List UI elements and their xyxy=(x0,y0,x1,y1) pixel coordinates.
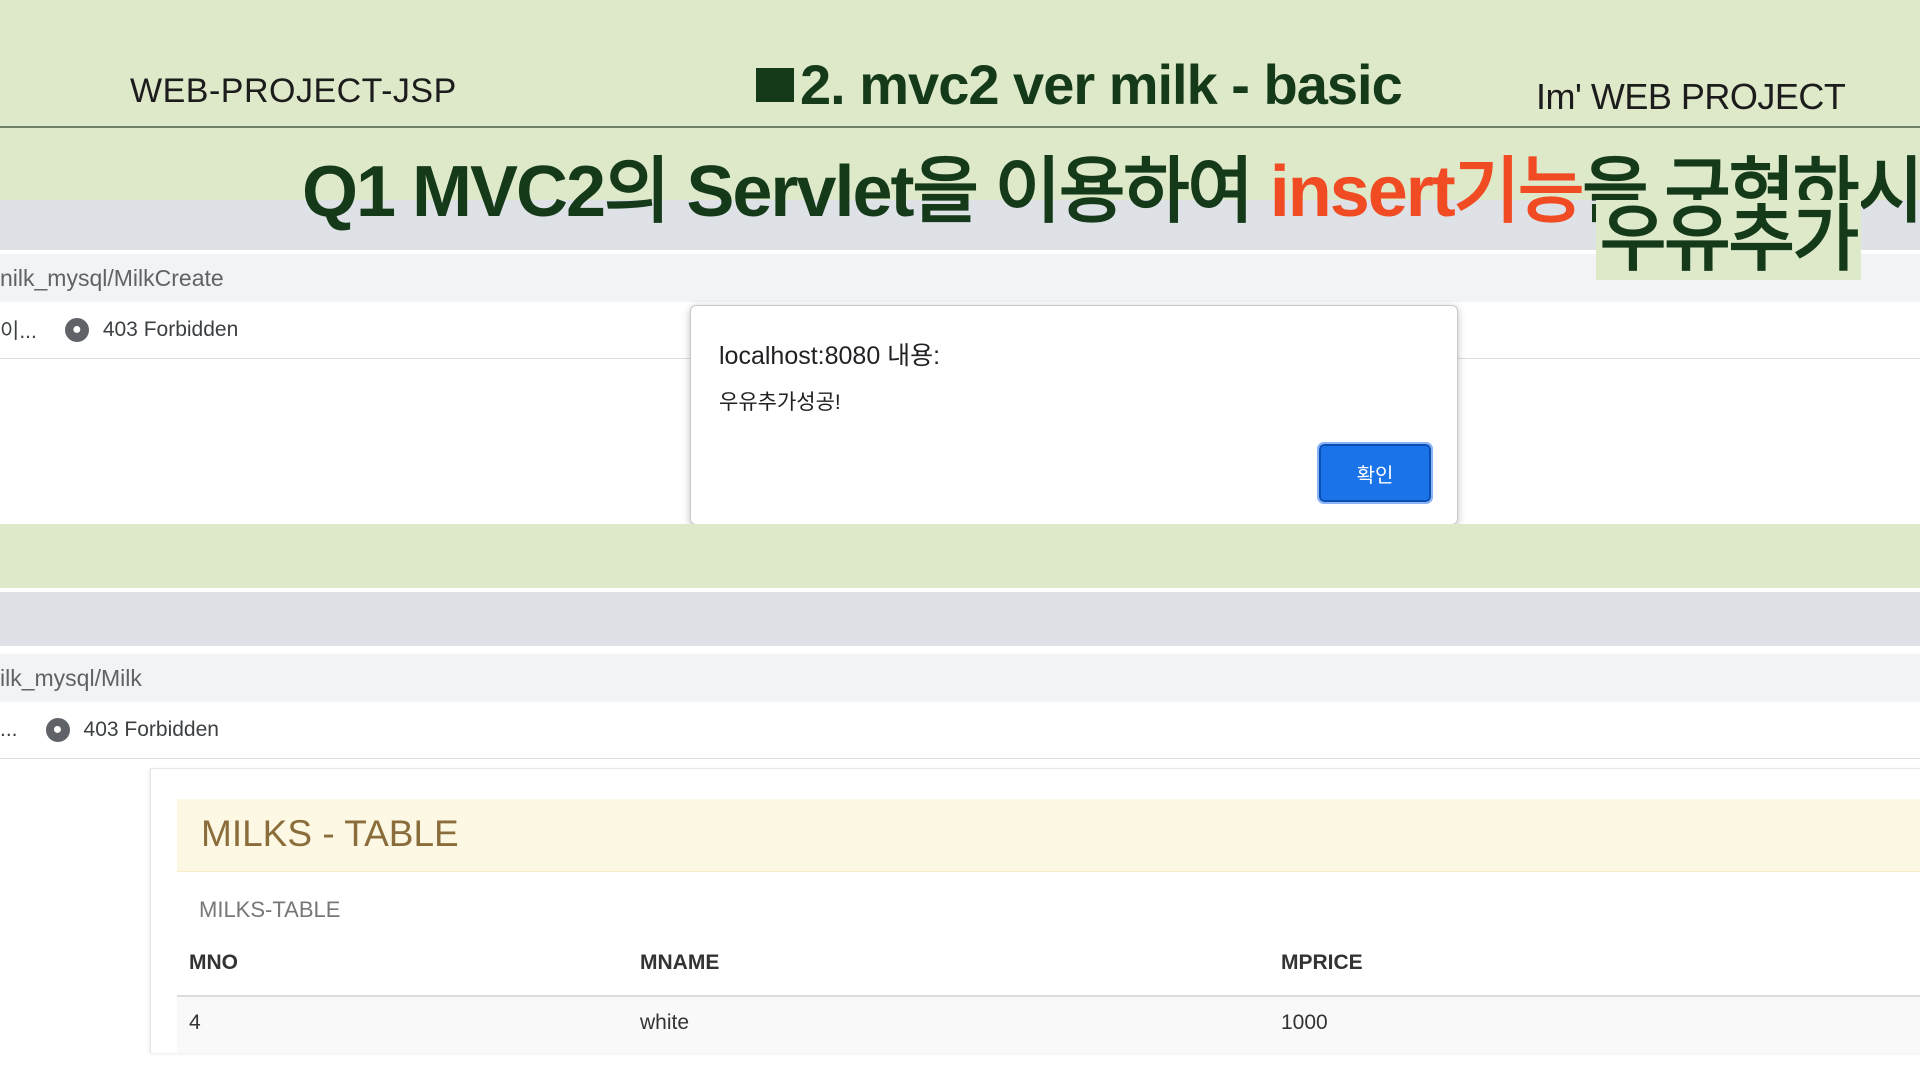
column-header-mprice: MPRICE xyxy=(1281,951,1363,974)
milks-panel: MILKS - TABLE MILKS-TABLE MNO MNAME MPRI… xyxy=(150,768,1920,1053)
header-right-label: Im' WEB PROJECT xyxy=(1536,76,1846,117)
header-center-text: 2. mvc2 ver milk - basic xyxy=(800,53,1403,116)
bookmark-403[interactable]: 403 Forbidden xyxy=(84,718,219,742)
globe-icon: ● xyxy=(64,318,89,342)
globe-icon: ● xyxy=(45,718,70,742)
bookmark-truncated[interactable]: ... xyxy=(0,718,18,742)
question-prefix: Q1 MVC2의 Servlet을 이용하여 xyxy=(302,152,1270,232)
alert-title: localhost:8080 내용: xyxy=(719,342,941,370)
column-header-mname: MNAME xyxy=(640,951,720,974)
square-bullet-icon xyxy=(756,67,794,102)
header-divider xyxy=(0,126,1920,128)
panel-title: MILKS - TABLE xyxy=(201,813,459,854)
cell-mprice: 1000 xyxy=(1281,1011,1328,1034)
alert-dialog: localhost:8080 내용: 우유추가성공! 확인 xyxy=(690,305,1458,525)
address-bar[interactable]: ilk_mysql/Milk xyxy=(0,654,1920,702)
table-caption: MILKS-TABLE xyxy=(199,897,341,922)
confirm-button[interactable]: 확인 xyxy=(1317,442,1433,504)
table-row xyxy=(177,995,1920,1053)
browser-tab-strip xyxy=(0,592,1920,646)
question-highlight: insert기능 xyxy=(1269,152,1585,232)
bookmarks-bar: ... ● 403 Forbidden xyxy=(0,702,1920,759)
address-url: nilk_mysql/MilkCreate xyxy=(0,265,224,291)
bookmark-403[interactable]: 403 Forbidden xyxy=(103,318,238,342)
bookmark-truncated[interactable]: 이... xyxy=(0,315,37,345)
question-subtitle: 우유추가 xyxy=(1596,200,1861,280)
column-header-mno: MNO xyxy=(189,951,238,974)
header-center-title: 2. mvc2 ver milk - basic xyxy=(756,52,1403,117)
slide-gap xyxy=(0,524,1920,588)
panel-heading: MILKS - TABLE xyxy=(177,799,1920,872)
cell-mname: white xyxy=(640,1011,690,1034)
alert-message: 우유추가성공! xyxy=(719,391,841,414)
header-left-label: WEB-PROJECT-JSP xyxy=(130,72,457,110)
address-url: ilk_mysql/Milk xyxy=(0,665,142,691)
cell-mno: 4 xyxy=(189,1011,201,1034)
